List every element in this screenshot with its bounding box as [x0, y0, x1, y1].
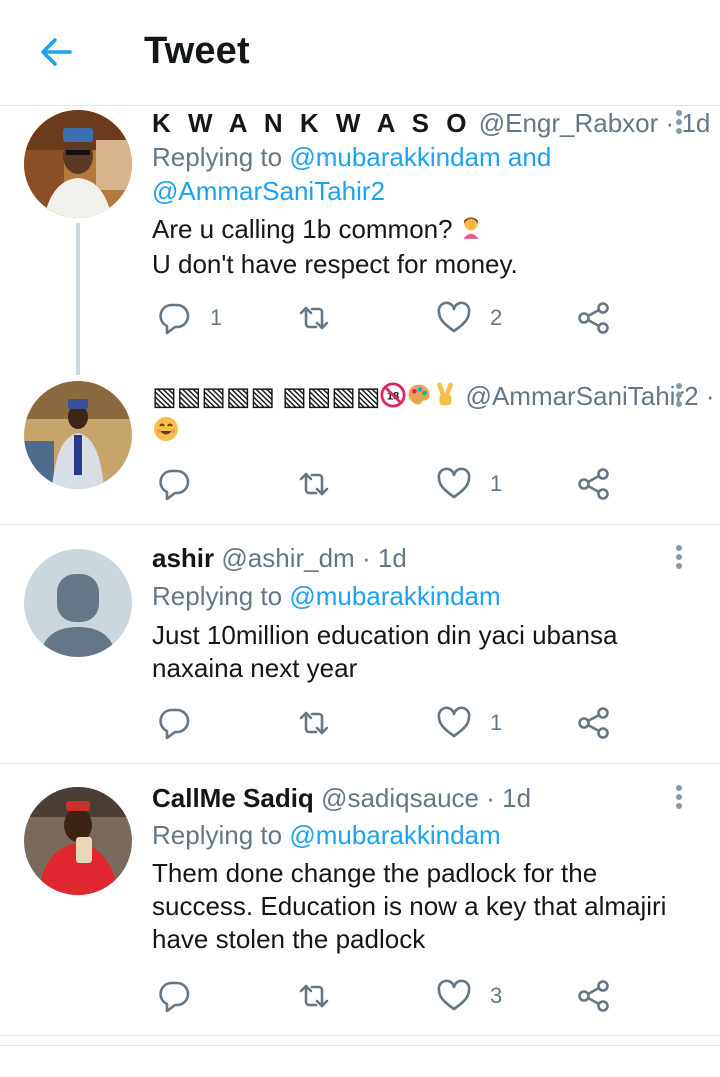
retweet-button[interactable]	[296, 298, 350, 338]
user-name[interactable]: ashir	[152, 543, 214, 573]
heart-icon	[437, 301, 471, 333]
like-button[interactable]: 3	[436, 976, 502, 1016]
like-button[interactable]: 1	[436, 703, 502, 743]
user-handle[interactable]: @ashir_dm	[221, 543, 354, 573]
tweet-text: Them done change the padlock for the suc…	[152, 858, 667, 954]
share-icon	[578, 468, 609, 500]
reply-button[interactable]	[156, 976, 210, 1016]
avatar[interactable]	[24, 110, 132, 218]
tweet-item[interactable]: ashir @ashir_dm · 1d Replying to @mubara…	[0, 541, 720, 763]
user-name[interactable]: K W A N K W A S O	[152, 108, 471, 138]
mention-link[interactable]: @mubarakkindam	[289, 581, 500, 611]
like-count: 2	[490, 305, 503, 330]
share-button[interactable]	[576, 976, 612, 1016]
replying-label: Replying to	[152, 142, 283, 172]
like-button[interactable]: 1	[436, 464, 502, 504]
retweet-button[interactable]	[296, 703, 350, 743]
replying-label: Replying to	[152, 820, 283, 850]
tweet-item[interactable]: K W A N K W A S O @Engr_Rabxor · 1d Repl…	[0, 107, 720, 377]
share-button[interactable]	[576, 464, 612, 504]
tweet-item[interactable]: CallMe Sadiq @sadiqsauce · 1d Replying t…	[0, 781, 720, 1035]
share-icon	[578, 707, 609, 739]
tweet-text-line: Are u calling 1b common?	[152, 214, 453, 244]
reply-icon	[159, 708, 190, 740]
reply-icon	[159, 303, 190, 335]
divider	[0, 1045, 720, 1046]
tweet-text: Are u calling 1b common? U don't have re…	[152, 213, 704, 281]
like-button[interactable]: 2	[436, 298, 502, 338]
app-header: Tweet	[0, 0, 720, 106]
user-handle[interactable]: @sadiqsauce	[321, 783, 479, 813]
separator-dot: ·	[486, 783, 495, 813]
user-name[interactable]: ▧▧▧▧▧ ▧▧▧▧	[152, 381, 380, 411]
retweet-icon	[299, 472, 329, 496]
reply-icon	[159, 469, 190, 501]
reply-button[interactable]	[156, 464, 210, 504]
retweet-icon	[299, 984, 329, 1008]
more-options-icon[interactable]	[666, 380, 692, 410]
share-icon	[578, 302, 609, 334]
more-options-icon[interactable]	[666, 542, 692, 572]
more-options-icon[interactable]	[666, 782, 692, 812]
facepalm-emoji-icon	[460, 214, 482, 248]
mention-link[interactable]: @mubarakkindam	[289, 820, 500, 850]
separator-dot: ·	[361, 543, 371, 573]
share-button[interactable]	[576, 703, 612, 743]
adults-only-emoji-icon: 18	[380, 382, 406, 415]
back-arrow-icon[interactable]	[36, 32, 76, 72]
user-handle[interactable]: @AmmarSaniTahir2	[466, 381, 699, 411]
tweet-text	[152, 415, 704, 451]
avatar[interactable]	[24, 381, 132, 489]
retweet-button[interactable]	[296, 976, 350, 1016]
separator-dot: ·	[705, 381, 715, 411]
default-avatar[interactable]	[24, 549, 132, 657]
retweet-button[interactable]	[296, 464, 350, 504]
mention-link[interactable]: @AmmarSaniTahir2	[152, 176, 385, 206]
share-button[interactable]	[576, 298, 612, 338]
user-name[interactable]: CallMe Sadiq	[152, 783, 314, 813]
retweet-icon	[299, 306, 329, 330]
tweet-time[interactable]: 1d	[378, 543, 407, 573]
share-icon	[578, 980, 609, 1012]
user-handle[interactable]: @Engr_Rabxor	[479, 108, 659, 138]
reply-button[interactable]	[156, 703, 210, 743]
tweet-time[interactable]: 1d	[502, 783, 531, 813]
like-count: 1	[490, 710, 503, 735]
divider	[0, 763, 720, 764]
replying-label: Replying to	[152, 581, 283, 611]
divider	[0, 524, 720, 525]
thread-line	[76, 223, 80, 375]
reply-count: 1	[210, 305, 223, 330]
victory-hand-emoji-icon	[432, 382, 458, 415]
action-bar: 3	[152, 976, 632, 1016]
avatar[interactable]	[24, 787, 132, 895]
heart-icon	[437, 979, 471, 1011]
retweet-icon	[299, 711, 329, 735]
tweet-text: Just 10million education din yaci ubansa…	[152, 620, 618, 683]
replying-to: Replying to @mubarakkindam	[152, 579, 692, 613]
like-count: 1	[490, 471, 503, 496]
heart-icon	[437, 706, 471, 738]
page-title: Tweet	[144, 30, 250, 72]
tweet-item[interactable]: ▧▧▧▧▧ ▧▧▧▧18 @AmmarSaniTahir2 · 1d 1	[0, 377, 720, 524]
reply-icon	[159, 981, 190, 1013]
reply-button[interactable]: 1	[156, 298, 222, 338]
palette-emoji-icon	[406, 382, 432, 415]
divider	[0, 1035, 720, 1036]
mention-and: and	[507, 142, 552, 172]
mention-link[interactable]: @mubarakkindam	[289, 142, 500, 172]
replying-to: Replying to @mubarakkindam and @AmmarSan…	[152, 140, 692, 208]
like-count: 3	[490, 983, 503, 1008]
action-bar: 1	[152, 703, 632, 743]
action-bar: 1	[152, 464, 632, 504]
replying-to: Replying to @mubarakkindam	[152, 818, 692, 852]
heart-icon	[437, 467, 471, 499]
more-options-icon[interactable]	[666, 107, 692, 137]
tweet-text-line: U don't have respect for money.	[152, 249, 518, 280]
action-bar: 1 2	[152, 298, 632, 338]
smiling-face-emoji-icon	[152, 415, 180, 451]
